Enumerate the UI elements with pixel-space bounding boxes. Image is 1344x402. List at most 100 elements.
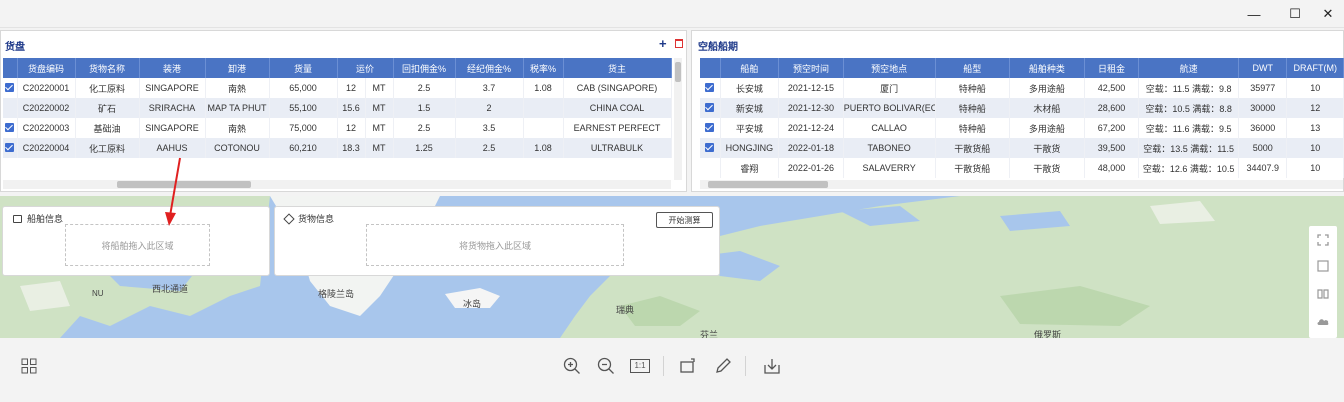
- cargo-drop-zone[interactable]: 将货物拖入此区域: [366, 224, 624, 266]
- zoom-in-icon[interactable]: [562, 356, 582, 376]
- table-row[interactable]: HONGJING 2022-01-18 TABONEO 干散货船 干散货 39,…: [700, 138, 1344, 158]
- grid-icon[interactable]: [19, 356, 39, 376]
- rotate-icon[interactable]: [678, 356, 698, 376]
- ship-drop-zone[interactable]: 将船舶拖入此区域: [65, 224, 210, 266]
- row-checkbox[interactable]: [705, 102, 715, 112]
- row-checkbox[interactable]: [705, 142, 715, 152]
- cargo-header-name[interactable]: 货物名称: [75, 58, 140, 78]
- cargo-load-port: SRIRACHA: [139, 98, 206, 118]
- table-row[interactable]: C20220001 化工原料 SINGAPORE 南熱 65,000 12 MT…: [3, 78, 672, 98]
- ship-kind: 干散货: [1009, 158, 1085, 178]
- toolbar-separator: [663, 356, 664, 376]
- actual-size-icon[interactable]: 1:1: [629, 356, 651, 376]
- ship-schedule-panel: 空船船期 船舶 预空时间 预空地点 船型 船舶种类 日租金 航速 DWT DRA…: [691, 30, 1344, 192]
- cargo-qty: 75,000: [269, 118, 338, 138]
- ship-header-name[interactable]: 船舶: [720, 58, 780, 78]
- table-row[interactable]: 睿翔 2022-01-26 SALAVERRY 干散货船 干散货 48,000 …: [700, 158, 1344, 178]
- map-book-icon[interactable]: [1309, 282, 1337, 306]
- ship-place: PUERTO BOLIVAR(EC): [843, 98, 936, 118]
- ship-place: SALAVERRY: [843, 158, 936, 178]
- ship-header-date[interactable]: 预空时间: [778, 58, 844, 78]
- cargo-header-rebate[interactable]: 回扣佣金%: [393, 58, 456, 78]
- ship-horizontal-scrollbar[interactable]: [700, 180, 1343, 189]
- cargo-name: 化工原料: [75, 138, 140, 158]
- fullscreen-icon[interactable]: [1309, 228, 1337, 252]
- ship-header-place[interactable]: 预空地点: [843, 58, 936, 78]
- table-row[interactable]: 平安城 2021-12-24 CALLAO 特种船 多用途船 67,200 空载…: [700, 118, 1344, 138]
- cargo-header-tax[interactable]: 税率%: [523, 58, 564, 78]
- scroll-thumb[interactable]: [675, 62, 681, 82]
- ship-date: 2021-12-15: [778, 78, 844, 98]
- ship-info-title: 船舶信息: [27, 214, 64, 224]
- cargo-table: 货盘编码 货物名称 装港 卸港 货量 运价 回扣佣金% 经纪佣金% 税率% 货主…: [3, 58, 672, 158]
- maximize-button[interactable]: ☐: [1277, 0, 1313, 28]
- ship-header-hire[interactable]: 日租金: [1084, 58, 1140, 78]
- row-checkbox[interactable]: [705, 82, 715, 92]
- trash-icon[interactable]: [675, 39, 683, 48]
- ship-hire: 42,500: [1084, 78, 1140, 98]
- scroll-thumb[interactable]: [117, 181, 251, 188]
- ship-dwt: 34407.9: [1238, 158, 1288, 178]
- pen-icon[interactable]: [713, 356, 733, 376]
- row-checkbox[interactable]: [5, 122, 15, 132]
- cargo-code: C20220004: [17, 138, 76, 158]
- cargo-tax: 1.08: [523, 78, 564, 98]
- ship-type: 特种船: [935, 98, 1011, 118]
- ship-date: 2021-12-24: [778, 118, 844, 138]
- ship-header-kind[interactable]: 船舶种类: [1009, 58, 1085, 78]
- ship-kind: 木材船: [1009, 98, 1085, 118]
- ship-hire: 39,500: [1084, 138, 1140, 158]
- plus-icon[interactable]: +: [659, 37, 667, 50]
- cargo-name: 矿石: [75, 98, 140, 118]
- ship-speed: 空载：10.5 满载：8.8: [1138, 98, 1240, 118]
- cargo-header-code[interactable]: 货盘编码: [17, 58, 76, 78]
- cargo-owner: EARNEST PERFECT: [563, 118, 672, 138]
- cargo-discharge-port: 南熱: [205, 118, 270, 138]
- table-row[interactable]: 长安城 2021-12-15 厦门 特种船 多用途船 42,500 空载：11.…: [700, 78, 1344, 98]
- close-button[interactable]: ✕: [1310, 0, 1344, 28]
- scroll-thumb[interactable]: [708, 181, 828, 188]
- table-row[interactable]: C20220003 基础油 SINGAPORE 南熱 75,000 12 MT …: [3, 118, 672, 138]
- cargo-code: C20220003: [17, 118, 76, 138]
- cargo-vertical-scrollbar[interactable]: [674, 58, 682, 180]
- ship-dwt: 35977: [1238, 78, 1288, 98]
- ship-panel-title: 空船船期: [698, 42, 738, 53]
- ship-type: 特种船: [935, 118, 1011, 138]
- cargo-tax: [523, 98, 564, 118]
- ship-header-type[interactable]: 船型: [935, 58, 1011, 78]
- minimize-button[interactable]: —: [1236, 0, 1272, 28]
- row-checkbox[interactable]: [5, 142, 15, 152]
- cargo-unit: MT: [365, 78, 394, 98]
- row-checkbox[interactable]: [5, 82, 15, 92]
- ship-header-dwt[interactable]: DWT: [1238, 58, 1288, 78]
- download-icon[interactable]: [762, 356, 782, 376]
- start-calculation-button[interactable]: 开始测算: [656, 212, 713, 228]
- cargo-header-broker[interactable]: 经纪佣金%: [455, 58, 524, 78]
- cargo-header-owner[interactable]: 货主: [563, 58, 672, 78]
- map-label-iceland: 冰岛: [463, 299, 482, 309]
- zoom-out-icon[interactable]: [596, 356, 616, 376]
- ship-header-speed[interactable]: 航速: [1138, 58, 1240, 78]
- table-row[interactable]: C20220002 矿石 SRIRACHA MAP TA PHUT 55,100…: [3, 98, 672, 118]
- ship-header-select[interactable]: [700, 58, 721, 78]
- map-tools: [1309, 226, 1337, 338]
- cube-icon: [283, 212, 295, 225]
- cargo-owner: CHINA COAL: [563, 98, 672, 118]
- weather-icon[interactable]: [1309, 310, 1337, 334]
- cargo-horizontal-scrollbar[interactable]: [3, 180, 671, 189]
- cargo-header-rate[interactable]: 运价: [337, 58, 394, 78]
- table-row[interactable]: C20220004 化工原料 AAHUS COTONOU 60,210 18.3…: [3, 138, 672, 158]
- table-row[interactable]: 新安城 2021-12-30 PUERTO BOLIVAR(EC) 特种船 木材…: [700, 98, 1344, 118]
- cargo-header-qty[interactable]: 货量: [269, 58, 338, 78]
- ship-type: 干散货船: [935, 158, 1011, 178]
- row-checkbox[interactable]: [705, 122, 715, 132]
- cargo-header-select[interactable]: [3, 58, 18, 78]
- ship-header-draft[interactable]: DRAFT(M): [1286, 58, 1344, 78]
- map-label-greenland: 格陵兰岛: [318, 289, 355, 299]
- cargo-header-discharge[interactable]: 卸港: [205, 58, 270, 78]
- cargo-rate: 15.6: [337, 98, 366, 118]
- cargo-qty: 60,210: [269, 138, 338, 158]
- cargo-header-load[interactable]: 装港: [139, 58, 206, 78]
- box-select-icon[interactable]: [1309, 254, 1337, 278]
- ship-draft: 10: [1286, 138, 1344, 158]
